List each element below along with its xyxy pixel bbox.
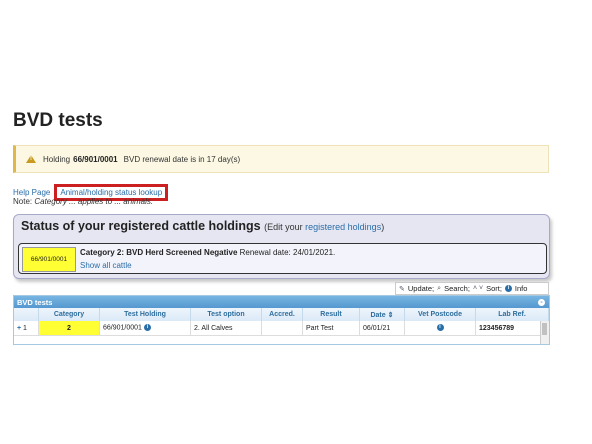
col-date[interactable]: Date ⇕ bbox=[359, 308, 405, 321]
col-accred[interactable]: Accred. bbox=[261, 308, 303, 321]
registered-holdings-link[interactable]: registered holdings bbox=[305, 222, 381, 232]
row-holding: 66/901/0001 i bbox=[99, 321, 191, 336]
col-test-option[interactable]: Test option bbox=[190, 308, 262, 321]
info-button[interactable]: Info bbox=[515, 284, 528, 293]
holding-category: Category 2: BVD Herd Screened Negative R… bbox=[80, 248, 335, 257]
search-button[interactable]: Search; bbox=[444, 284, 470, 293]
row-holding-text: 66/901/0001 bbox=[103, 324, 142, 332]
edit-holdings: (Edit your registered holdings) bbox=[264, 222, 384, 232]
warning-label: Holding bbox=[43, 154, 71, 164]
col-lab-ref[interactable]: Lab Ref. bbox=[475, 308, 549, 321]
grid-scrollbar[interactable] bbox=[540, 321, 549, 344]
row-category: 2 bbox=[38, 321, 100, 336]
note-prefix: Note: bbox=[13, 197, 33, 206]
grid-title: BVD tests bbox=[17, 297, 53, 307]
status-title-text: Status of your registered cattle holding… bbox=[21, 219, 261, 233]
row-result: Part Test bbox=[302, 321, 360, 336]
row-accred bbox=[261, 321, 303, 336]
grid-title-bar: BVD tests - bbox=[14, 296, 549, 308]
col-vet-postcode[interactable]: Vet Postcode bbox=[404, 308, 476, 321]
col-expand bbox=[14, 308, 39, 321]
col-result[interactable]: Result bbox=[302, 308, 360, 321]
status-panel-title: Status of your registered cattle holding… bbox=[21, 219, 384, 233]
vet-info-icon[interactable]: i bbox=[436, 324, 444, 332]
col-test-holding[interactable]: Test Holding bbox=[99, 308, 191, 321]
update-button[interactable]: Update; bbox=[408, 284, 434, 293]
sort-button[interactable]: Sort; bbox=[486, 284, 502, 293]
note-text: Note: Category ... applies to ... animal… bbox=[13, 197, 153, 206]
grid-toolbar: ✎ Update; ⌕ Search; ˄ ˅ Sort; i Info bbox=[395, 282, 549, 295]
edit-suffix: ) bbox=[381, 222, 385, 232]
pencil-icon: ✎ bbox=[399, 285, 405, 293]
info-icon: i bbox=[504, 285, 512, 292]
row-vet: i bbox=[404, 321, 476, 336]
col-date-label: Date bbox=[370, 311, 386, 319]
holdings-status-panel: Status of your registered cattle holding… bbox=[13, 214, 550, 279]
col-category[interactable]: Category bbox=[38, 308, 100, 321]
holding-status-row: 66/901/0001 Category 2: BVD Herd Screene… bbox=[18, 243, 547, 274]
warning-holding: 66/901/0001 bbox=[73, 154, 118, 164]
edit-prefix: (Edit your bbox=[264, 222, 303, 232]
page-title: BVD tests bbox=[13, 110, 103, 131]
row-date: 06/01/21 bbox=[359, 321, 405, 336]
collapse-icon[interactable]: - bbox=[538, 298, 545, 306]
note-body: Category ... applies to ... animals. bbox=[34, 197, 154, 206]
warning-message: BVD renewal date is in 17 day(s) bbox=[123, 154, 241, 164]
renewal-date: Renewal date: 24/01/2021. bbox=[239, 248, 336, 257]
table-header: Category Test Holding Test option Accred… bbox=[14, 308, 549, 321]
tests-table: Category Test Holding Test option Accred… bbox=[14, 308, 549, 336]
sort-icon: ⇕ bbox=[387, 311, 394, 319]
row-option: 2. All Calves bbox=[190, 321, 262, 336]
row-number: 1 bbox=[23, 324, 27, 332]
info-icon[interactable]: i bbox=[143, 324, 151, 332]
search-icon: ⌕ bbox=[437, 284, 442, 292]
show-all-cattle-link[interactable]: Show all cattle bbox=[80, 261, 132, 270]
row-lab: 123456789 bbox=[475, 321, 549, 336]
sort-arrows-icon: ˄ ˅ bbox=[472, 285, 484, 292]
holding-badge: 66/901/0001 bbox=[22, 247, 76, 272]
row-expand[interactable]: + 1 bbox=[14, 321, 39, 336]
category-label: Category 2: BVD Herd Screened Negative bbox=[80, 248, 238, 257]
warning-icon bbox=[26, 155, 36, 163]
expand-icon[interactable]: + bbox=[17, 325, 21, 332]
bvd-tests-grid: BVD tests - Category Test Holding Test o… bbox=[13, 295, 550, 345]
renewal-warning: Holding 66/901/0001 BVD renewal date is … bbox=[13, 145, 549, 173]
table-row[interactable]: + 1 2 66/901/0001 i 2. All Calves Part T… bbox=[14, 321, 549, 336]
help-page-link[interactable]: Help Page bbox=[13, 188, 50, 197]
